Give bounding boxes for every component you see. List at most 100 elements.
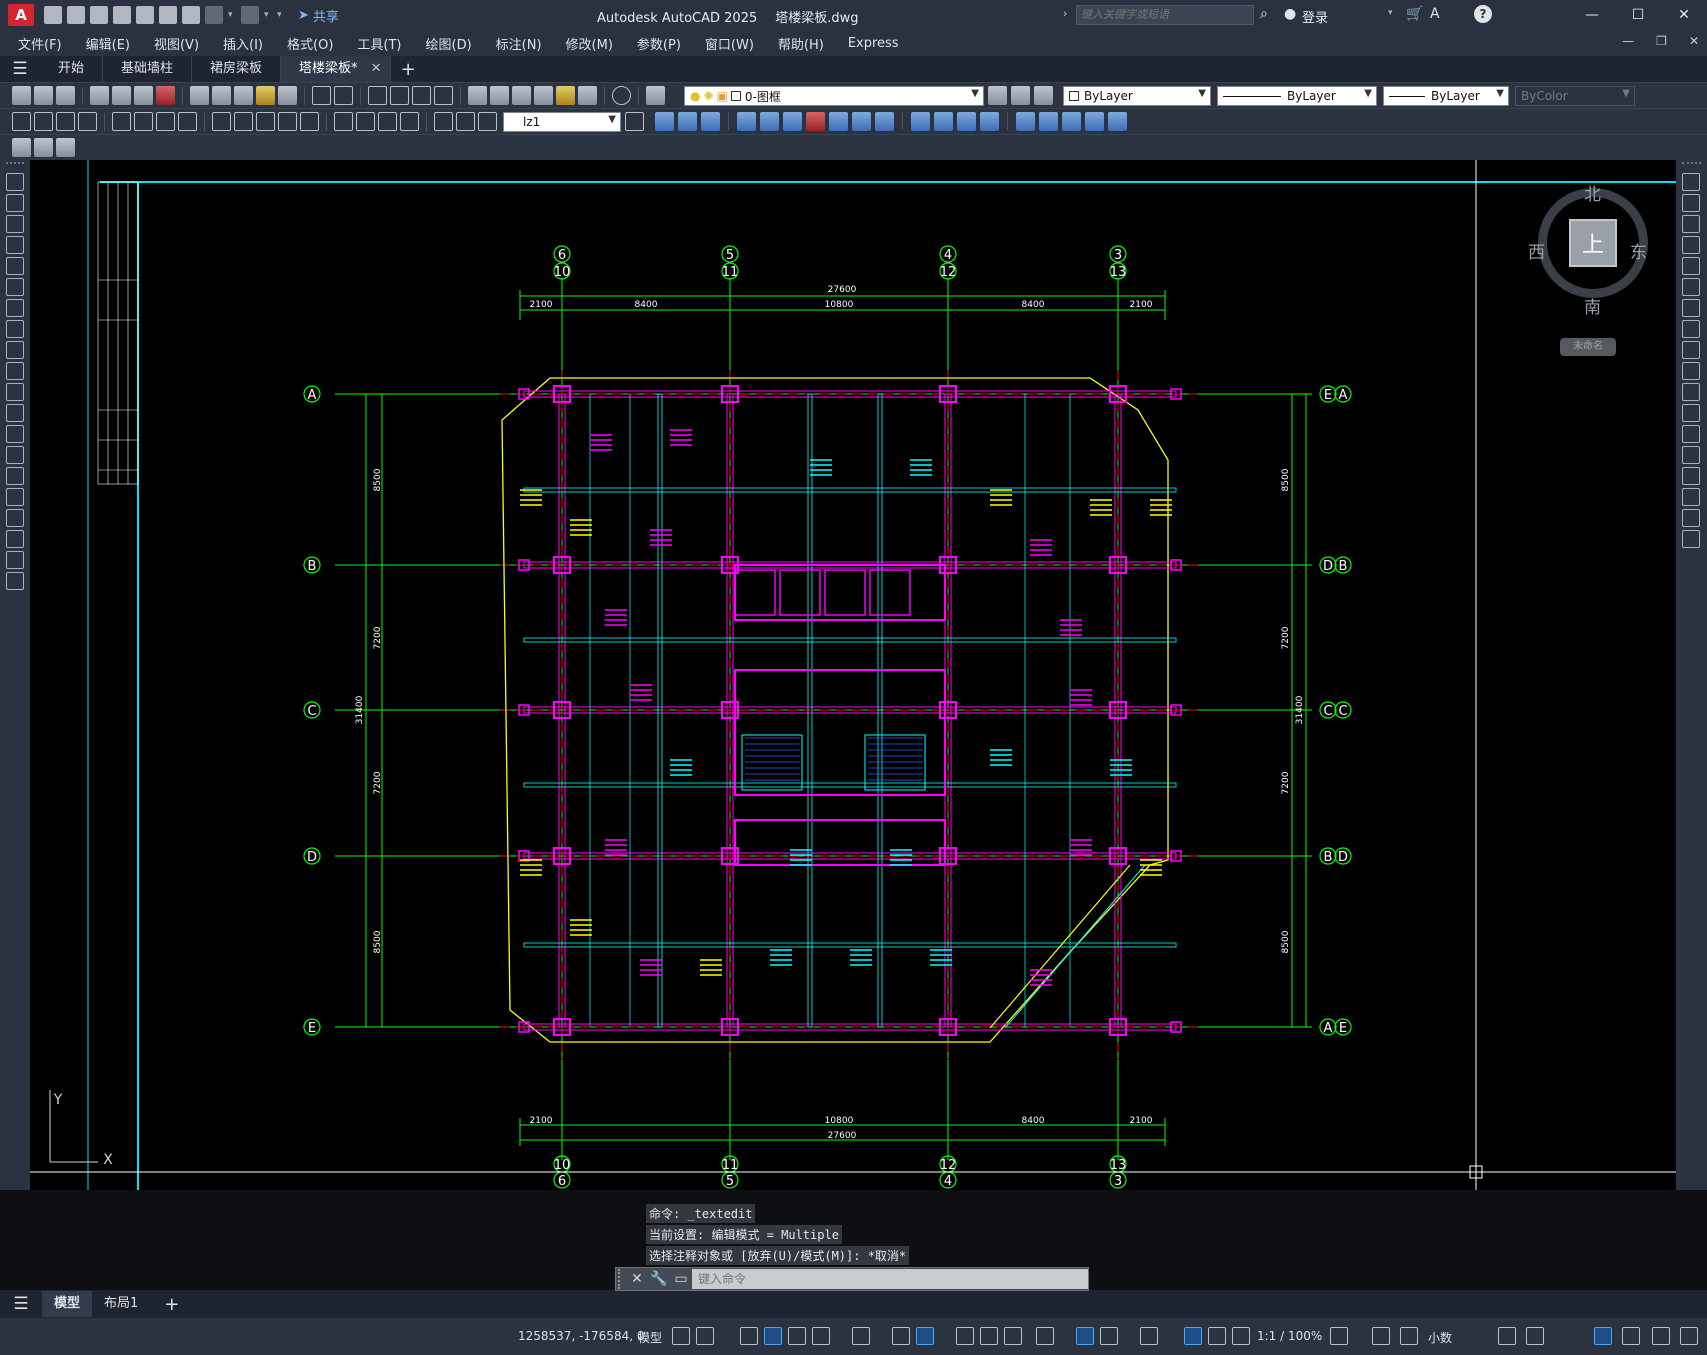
zoom-previous-icon[interactable]: [434, 86, 453, 105]
dim-text-edit-icon[interactable]: [456, 112, 475, 131]
ellipse-icon[interactable]: [6, 362, 24, 380]
doc-minimize-icon[interactable]: —: [1622, 34, 1634, 48]
redo-icon[interactable]: [241, 6, 259, 24]
login-dropdown-icon[interactable]: ▾: [1388, 8, 1393, 18]
viewcube[interactable]: 上 北 南 东 西: [1528, 180, 1648, 318]
menu-tools[interactable]: 工具(T): [357, 34, 401, 53]
transparency-icon[interactable]: [980, 1327, 998, 1345]
annotation-scale-value[interactable]: 1:1 / 100%: [1257, 1329, 1322, 1343]
add-selected-icon[interactable]: [6, 572, 24, 590]
menu-view[interactable]: 视图(V): [154, 34, 199, 53]
erase-icon[interactable]: [655, 112, 674, 131]
tolerance-icon[interactable]: [334, 112, 353, 131]
dim-angular-icon[interactable]: [178, 112, 197, 131]
auto-scale-icon[interactable]: [1208, 1327, 1226, 1345]
construction-line-icon[interactable]: [6, 194, 24, 212]
tab-model[interactable]: 模型: [42, 1291, 93, 1317]
center-mark-icon[interactable]: [356, 112, 375, 131]
add-layout-icon[interactable]: +: [164, 1294, 179, 1315]
multileader-style-icon[interactable]: [56, 138, 75, 157]
layer-dropdown[interactable]: ● ✺ ▣ 0-图框 ▼: [684, 86, 984, 106]
layer-properties-icon[interactable]: [646, 86, 665, 105]
move-icon[interactable]: [783, 112, 802, 131]
annotation-monitor-icon[interactable]: [1372, 1327, 1390, 1345]
preview-icon[interactable]: [112, 86, 131, 105]
make-block-icon[interactable]: [6, 425, 24, 443]
dim-baseline-icon[interactable]: [234, 112, 253, 131]
compass-west[interactable]: 西: [1528, 238, 1545, 263]
plot-toolbar-icon[interactable]: [90, 86, 109, 105]
new-tab-icon[interactable]: +: [401, 59, 416, 80]
menu-dimension[interactable]: 标注(N): [496, 34, 542, 53]
zoom-window-icon[interactable]: [412, 86, 431, 105]
linetype-dropdown[interactable]: ByLayer ▼: [1217, 86, 1377, 106]
dim-edit-icon[interactable]: [434, 112, 453, 131]
workspace-icon[interactable]: [1330, 1327, 1348, 1345]
viewcube-top-face[interactable]: 上: [1569, 219, 1617, 267]
lengthen-icon[interactable]: [1085, 112, 1104, 131]
explode-icon[interactable]: [1062, 112, 1081, 131]
menu-window[interactable]: 窗口(W): [705, 34, 754, 53]
save-as-icon[interactable]: [113, 6, 131, 24]
explode-side-icon[interactable]: [1682, 530, 1700, 548]
gradient-icon[interactable]: [6, 488, 24, 506]
open-file-icon[interactable]: [67, 6, 85, 24]
annotation-visibility-icon[interactable]: [1184, 1327, 1202, 1345]
toolbar-grip[interactable]: [6, 162, 24, 170]
dim-jogged-icon[interactable]: [134, 112, 153, 131]
isolate-objects-icon[interactable]: [1594, 1327, 1612, 1345]
properties-icon[interactable]: [468, 86, 487, 105]
ortho-icon[interactable]: [788, 1327, 806, 1345]
app-menu-icon[interactable]: ☰: [0, 59, 40, 79]
dim-radius-icon[interactable]: [112, 112, 131, 131]
tab-layout1[interactable]: 布局1: [92, 1291, 150, 1317]
scale-side-icon[interactable]: [1682, 320, 1700, 338]
pan-icon[interactable]: [368, 86, 387, 105]
plot-icon[interactable]: [182, 6, 200, 24]
dim-space-icon[interactable]: [278, 112, 297, 131]
offset-icon[interactable]: [737, 112, 756, 131]
gizmo-icon[interactable]: [1140, 1327, 1158, 1345]
drawing-canvas[interactable]: 27600 2100 8400 10800 8400 2100 27600 2100 10800…: [30, 160, 1676, 1190]
align-icon[interactable]: [1108, 112, 1127, 131]
dim-ordinate-icon[interactable]: [78, 112, 97, 131]
menu-parametric[interactable]: 参数(P): [637, 34, 681, 53]
join-icon[interactable]: [957, 112, 976, 131]
selection-cycling-icon[interactable]: [1004, 1327, 1022, 1345]
table-style-icon[interactable]: [34, 138, 53, 157]
arc-icon[interactable]: [6, 278, 24, 296]
erase-side-icon[interactable]: [1682, 173, 1700, 191]
offset-side-icon[interactable]: [1682, 236, 1700, 254]
tab-podium[interactable]: 裙房梁板: [192, 56, 282, 82]
polygon-icon[interactable]: [6, 236, 24, 254]
layer-previous-icon[interactable]: [1011, 86, 1030, 105]
block-editor-icon[interactable]: [278, 86, 297, 105]
cart-icon[interactable]: 🛒: [1406, 6, 1423, 22]
dim-update-icon[interactable]: [478, 112, 497, 131]
menu-file[interactable]: 文件(F): [18, 34, 62, 53]
mtext-icon[interactable]: [6, 551, 24, 569]
menu-edit[interactable]: 编辑(E): [86, 34, 130, 53]
compass-east[interactable]: 东: [1630, 238, 1647, 263]
rectangle-icon[interactable]: [6, 257, 24, 275]
array-icon[interactable]: [760, 112, 779, 131]
copy-side-icon[interactable]: [1682, 194, 1700, 212]
markup-icon[interactable]: [556, 86, 575, 105]
join-side-icon[interactable]: [1682, 446, 1700, 464]
dimstyle-dropdown[interactable]: lz1 ▼: [503, 112, 621, 132]
cut-icon[interactable]: [190, 86, 209, 105]
quick-dim-icon[interactable]: [212, 112, 231, 131]
new-file-icon[interactable]: [44, 6, 62, 24]
save-toolbar-icon[interactable]: [56, 86, 75, 105]
scale-icon[interactable]: [829, 112, 848, 131]
redo-dropdown-icon[interactable]: ▾: [264, 10, 272, 20]
break-icon[interactable]: [934, 112, 953, 131]
model-space-button[interactable]: 模型: [638, 1329, 662, 1346]
snap-icon[interactable]: [696, 1327, 714, 1345]
lineweight-icon[interactable]: [956, 1327, 974, 1345]
text-style-icon[interactable]: [12, 138, 31, 157]
user-icon[interactable]: ●: [1284, 6, 1296, 22]
insert-block-icon[interactable]: [6, 404, 24, 422]
rotate-icon[interactable]: [806, 112, 825, 131]
share-button[interactable]: ➤ 共享: [298, 6, 339, 25]
